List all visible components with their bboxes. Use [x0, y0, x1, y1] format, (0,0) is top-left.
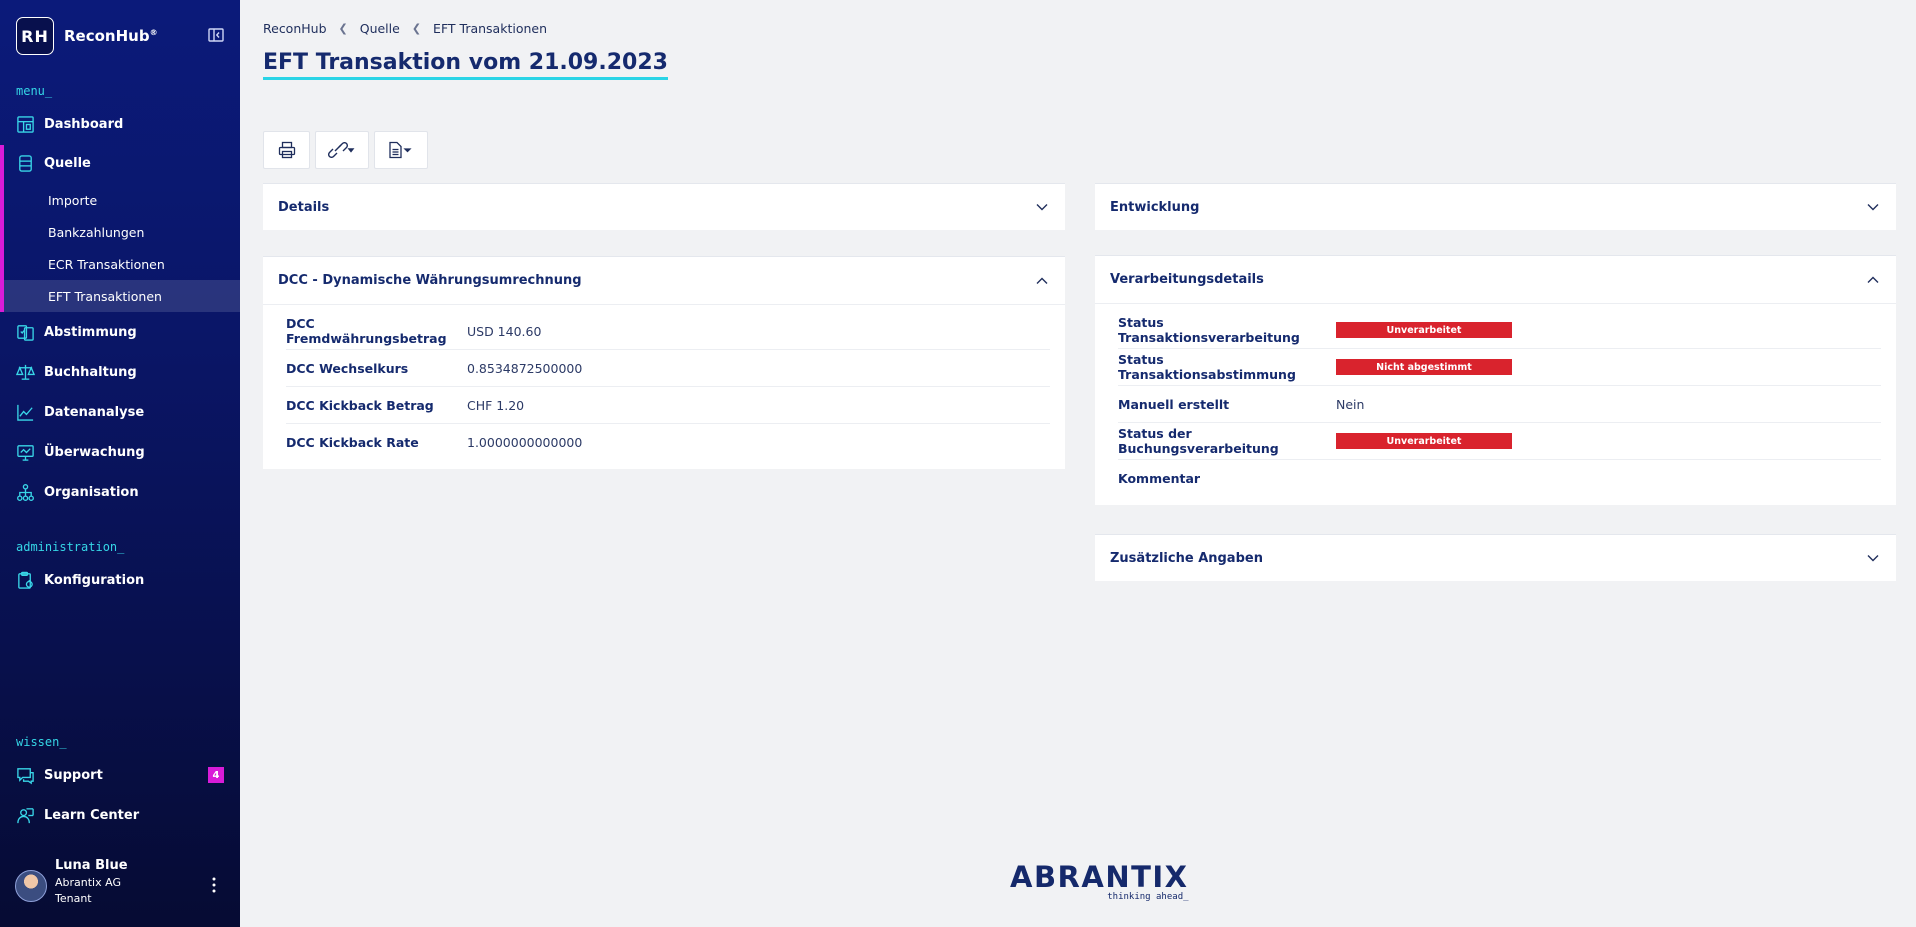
details-panel: Details	[263, 183, 1065, 230]
sidebar-sub-ecr-transaktionen[interactable]: ECR Transaktionen	[0, 248, 240, 280]
sidebar-item-organisation[interactable]: Organisation	[0, 474, 240, 510]
table-row: Kommentar	[1118, 471, 1201, 486]
sidebar-item-dashboard[interactable]: Dashboard	[0, 106, 240, 142]
sidebar: RH ReconHub® menu_ Dashboard Quelle Impo…	[0, 0, 240, 927]
chevron-left-icon: ❮	[411, 22, 422, 35]
page-title: EFT Transaktion vom 21.09.2023	[263, 50, 668, 80]
support-count-badge: 4	[208, 767, 224, 783]
table-row: DCC Fremdwährungsbetrag USD 140.60	[286, 313, 1050, 350]
menu-section-label: menu_	[16, 84, 53, 98]
breadcrumb-reconhub[interactable]: ReconHub	[263, 21, 327, 36]
link-icon	[328, 142, 355, 158]
sidebar-item-ueberwachung[interactable]: Überwachung	[0, 434, 240, 470]
sidebar-item-abstimmung[interactable]: Abstimmung	[0, 314, 240, 350]
user-name: Luna Blue	[55, 858, 128, 873]
dcc-panel-body: DCC Fremdwährungsbetrag USD 140.60 DCC W…	[263, 304, 1065, 469]
database-icon	[19, 154, 32, 172]
brand-logo: RH	[16, 17, 54, 55]
verarbeitung-panel-body: Status Transaktionsverarbeitung Unverarb…	[1095, 303, 1896, 505]
dcc-panel-header[interactable]: DCC - Dynamische Währungsumrechnung	[263, 257, 1065, 304]
sidebar-item-support[interactable]: Support 4	[0, 757, 240, 793]
chart-icon	[17, 404, 34, 421]
toolbar	[263, 131, 433, 169]
user-role: Tenant	[55, 892, 92, 905]
chat-icon	[17, 767, 34, 784]
table-row: DCC Kickback Rate 1.0000000000000	[286, 435, 583, 450]
abrantix-logo: ABRANTIX	[1010, 860, 1189, 894]
breadcrumb-quelle[interactable]: Quelle	[360, 21, 400, 36]
link-dropdown-button[interactable]	[315, 131, 369, 169]
document-dropdown-button[interactable]	[374, 131, 428, 169]
table-row: Manuell erstellt Nein	[1118, 386, 1881, 423]
sidebar-sub-eft-transaktionen[interactable]: EFT Transaktionen	[4, 280, 240, 312]
verarbeitung-panel: Verarbeitungsdetails Status Transaktions…	[1095, 255, 1896, 505]
sidebar-item-learn-center[interactable]: Learn Center	[0, 797, 240, 833]
table-row: DCC Kickback Betrag CHF 1.20	[286, 387, 1050, 424]
reconcile-icon	[17, 324, 34, 341]
sidebar-item-quelle[interactable]: Quelle	[0, 145, 240, 181]
status-badge: Unverarbeitet	[1336, 322, 1512, 338]
table-row: Status Transaktionsverarbeitung Unverarb…	[1118, 312, 1881, 349]
chevron-left-icon: ❮	[338, 22, 348, 35]
user-company: Abrantix AG	[55, 876, 121, 889]
monitor-icon	[17, 444, 34, 461]
chevron-down-icon	[1867, 204, 1879, 211]
breadcrumb-eft-transaktionen[interactable]: EFT Transaktionen	[433, 21, 547, 36]
print-button[interactable]	[263, 131, 310, 169]
status-badge: Unverarbeitet	[1336, 433, 1512, 449]
verarbeitung-panel-header[interactable]: Verarbeitungsdetails	[1095, 256, 1896, 303]
status-badge: Nicht abgestimmt	[1336, 359, 1512, 375]
user-menu-icon[interactable]	[208, 876, 220, 894]
printer-icon	[278, 141, 295, 159]
zusatz-panel-header[interactable]: Zusätzliche Angaben	[1095, 535, 1896, 581]
sidebar-collapse-icon[interactable]	[208, 28, 224, 42]
chevron-down-icon	[1867, 555, 1879, 562]
entwicklung-panel: Entwicklung	[1095, 183, 1896, 230]
org-icon	[17, 483, 34, 501]
table-row: Status der Buchungsverarbeitung Unverarb…	[1118, 423, 1881, 460]
entwicklung-panel-header[interactable]: Entwicklung	[1095, 184, 1896, 230]
brand[interactable]: RH ReconHub®	[16, 17, 158, 55]
learn-icon	[17, 807, 34, 823]
avatar	[15, 870, 47, 902]
admin-section-label: administration_	[16, 540, 125, 554]
brand-name: ReconHub®	[64, 27, 158, 45]
table-row: Status Transaktionsabstimmung Nicht abge…	[1118, 349, 1881, 386]
chevron-up-icon	[1867, 276, 1879, 283]
details-panel-header[interactable]: Details	[263, 184, 1065, 230]
wissen-section-label: wissen_	[16, 735, 67, 749]
user-profile[interactable]: Luna Blue Abrantix AG Tenant	[15, 858, 128, 905]
sidebar-item-konfiguration[interactable]: Konfiguration	[0, 562, 240, 598]
scale-icon	[16, 364, 35, 380]
document-icon	[389, 141, 412, 159]
chevron-up-icon	[1036, 277, 1048, 284]
config-icon	[18, 571, 33, 589]
footer-logo: ABRANTIX thinking ahead_	[1010, 860, 1189, 903]
sidebar-item-datenanalyse[interactable]: Datenanalyse	[0, 394, 240, 430]
sidebar-sub-bankzahlungen[interactable]: Bankzahlungen	[0, 216, 240, 248]
zusatz-panel: Zusätzliche Angaben	[1095, 534, 1896, 581]
dashboard-icon	[17, 115, 34, 133]
breadcrumb: ReconHub ❮ Quelle ❮ EFT Transaktionen	[263, 21, 547, 36]
sidebar-item-buchhaltung[interactable]: Buchhaltung	[0, 354, 240, 390]
sidebar-sub-importe[interactable]: Importe	[0, 184, 240, 216]
dcc-panel: DCC - Dynamische Währungsumrechnung DCC …	[263, 256, 1065, 469]
table-row: DCC Wechselkurs 0.8534872500000	[286, 350, 1050, 387]
chevron-down-icon	[1036, 204, 1048, 211]
